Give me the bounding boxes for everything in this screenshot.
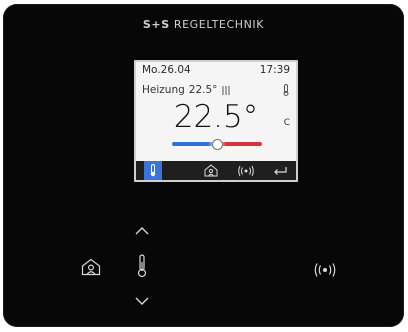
heating-radiator-icon <box>222 85 230 95</box>
thermometer-icon <box>150 164 156 177</box>
wireless-icon <box>238 165 254 176</box>
chevron-up-icon[interactable] <box>134 226 150 236</box>
brand-logo: S+S REGELTECHNIK <box>3 18 404 31</box>
toolbar-presence-button[interactable] <box>202 161 220 180</box>
temperature-scale-knob[interactable] <box>212 139 223 150</box>
thermometer-small-icon <box>283 84 289 96</box>
brand-logo-mark: S+S <box>142 18 170 31</box>
mode-row: Heizung 22.5° <box>142 83 290 97</box>
time-label: 17:39 <box>259 64 290 76</box>
toolbar-wireless-button[interactable] <box>236 161 256 180</box>
temperature-unit: C <box>283 118 290 128</box>
chevron-down-icon[interactable] <box>134 296 150 306</box>
toolbar-back-button[interactable] <box>270 161 290 180</box>
return-arrow-icon <box>274 166 287 175</box>
status-row: Mo.26.04 17:39 <box>142 64 290 78</box>
thermometer-touch-icon[interactable] <box>136 254 148 278</box>
presence-touch-icon[interactable] <box>81 258 101 276</box>
toolbar-thermometer-tab[interactable] <box>144 161 162 180</box>
setpoint-label: 22.5° <box>188 84 218 96</box>
wireless-touch-icon[interactable] <box>312 262 338 278</box>
brand-logo-text: REGELTECHNIK <box>173 18 265 31</box>
screen-toolbar <box>136 161 296 180</box>
presence-house-icon <box>204 164 218 177</box>
display-screen: Mo.26.04 17:39 Heizung 22.5° 22.5° C <box>134 60 298 182</box>
mode-label: Heizung <box>142 84 185 96</box>
date-label: Mo.26.04 <box>142 64 191 76</box>
current-temperature: 22.5° <box>173 99 259 135</box>
thermostat-panel: S+S REGELTECHNIK Mo.26.04 17:39 Heizung … <box>3 4 404 327</box>
